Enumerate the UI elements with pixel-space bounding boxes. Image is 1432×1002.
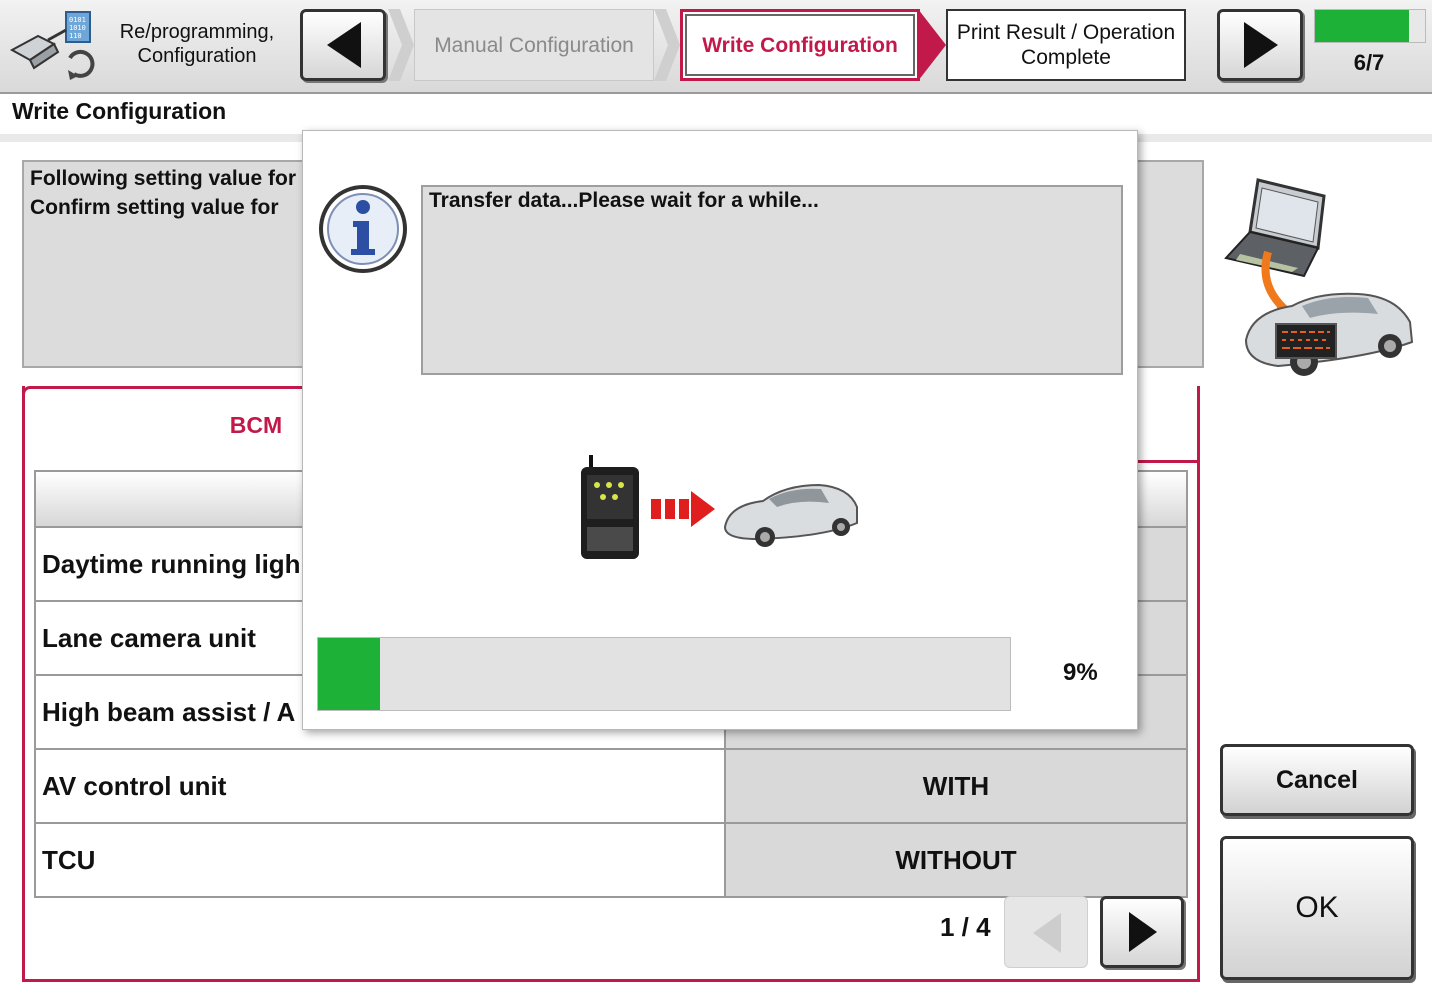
left-arrow-icon — [327, 22, 361, 68]
step-write-configuration: Write Configuration — [680, 9, 920, 81]
page-title: Write Configuration — [12, 98, 227, 124]
transfer-illustration-icon — [581, 455, 858, 559]
table-row: TCU WITHOUT — [36, 824, 1186, 896]
forward-button[interactable] — [1217, 9, 1303, 81]
step-chevron-icon — [388, 9, 414, 81]
step-print-result: Print Result / Operation Complete — [946, 9, 1186, 81]
step-progress-bar — [1314, 9, 1426, 43]
svg-text:0101: 0101 — [69, 16, 86, 24]
right-arrow-icon — [1244, 22, 1278, 68]
reprogramming-icon: 0101 1010 110 — [9, 11, 95, 80]
next-page-button[interactable] — [1100, 896, 1184, 968]
transfer-progress-label: 9% — [1063, 659, 1098, 686]
right-arrow-icon — [1129, 912, 1157, 952]
row-name: AV control unit — [36, 750, 726, 822]
svg-text:1010: 1010 — [69, 24, 86, 32]
app-title: Re/programming, Configuration — [119, 21, 275, 67]
row-value: WITH — [726, 750, 1186, 822]
cancel-button[interactable]: Cancel — [1220, 744, 1414, 816]
transfer-progress-bar — [317, 637, 1011, 711]
step-manual-configuration: Manual Configuration — [414, 9, 654, 81]
transfer-dialog: Transfer data...Please wait for a while.… — [302, 130, 1138, 730]
svg-text:110: 110 — [69, 32, 82, 40]
ok-button[interactable]: OK — [1220, 836, 1414, 980]
transfer-progress-fill — [318, 638, 381, 710]
step-counter: 6/7 — [1353, 50, 1385, 75]
step-progress-fill — [1315, 10, 1410, 42]
row-name: TCU — [36, 824, 726, 896]
row-value: WITHOUT — [726, 824, 1186, 896]
back-button[interactable] — [300, 9, 386, 81]
laptop-to-car-icon — [1224, 178, 1414, 376]
page-indicator: 1 / 4 — [940, 912, 991, 942]
left-arrow-icon — [1033, 913, 1061, 953]
dialog-message: Transfer data...Please wait for a while.… — [421, 185, 1123, 375]
previous-page-button[interactable] — [1004, 896, 1088, 968]
info-icon — [319, 185, 407, 273]
step-chevron-icon — [654, 9, 680, 81]
toolbar: 0101 1010 110 Re/programming, Configurat… — [0, 0, 1432, 94]
step-chevron-icon — [918, 9, 946, 81]
table-row: AV control unit WITH — [36, 750, 1186, 824]
